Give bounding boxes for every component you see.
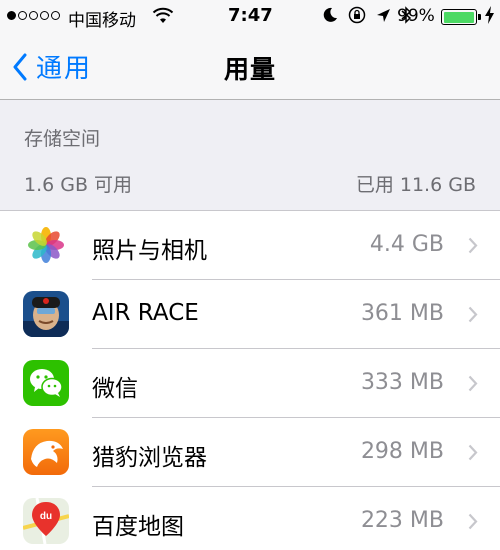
app-name: AIR RACE [92,300,199,326]
baidu-map-icon: du [23,498,69,544]
app-size: 223 MB [360,508,444,533]
battery-icon [441,9,477,25]
status-bar: 中国移动 7:47 99% [0,0,500,34]
chevron-right-icon [468,513,478,534]
chevron-right-icon [468,306,478,327]
battery-percent: 99% [397,6,435,26]
app-size: 4.4 GB [369,232,444,257]
chevron-right-icon [468,237,478,258]
photos-icon [23,222,69,268]
do-not-disturb-moon-icon [322,7,338,27]
svg-text:du: du [40,511,52,522]
list-item-photos[interactable]: 照片与相机 4.4 GB [0,211,500,280]
app-size: 361 MB [360,301,444,326]
navigation-bar: 通用 用量 [0,34,500,100]
rotation-lock-icon [348,6,366,28]
app-name: 百度地图 [92,514,184,540]
battery-tip [478,14,481,20]
clock: 7:47 [228,5,273,26]
app-name: 猎豹浏览器 [92,445,207,471]
charging-bolt-icon [485,6,494,28]
list-item-baidu-map[interactable]: du 百度地图 223 MB [0,487,500,550]
chevron-right-icon [468,444,478,465]
storage-available: 1.6 GB 可用 [24,174,133,196]
cheetah-browser-icon [23,429,69,475]
app-name: 微信 [92,376,138,402]
location-arrow-icon [376,8,391,27]
app-size: 298 MB [360,439,444,464]
storage-used: 已用 11.6 GB [355,174,476,196]
wifi-icon [152,7,174,30]
page-title: 用量 [223,55,276,84]
app-name: 照片与相机 [92,238,207,264]
carrier-name: 中国移动 [68,11,136,31]
storage-section-header: 存储空间 [24,128,101,150]
chevron-right-icon [468,375,478,396]
list-item-cheetah-browser[interactable]: 猎豹浏览器 298 MB [0,418,500,487]
wechat-icon [23,360,69,406]
list-item-wechat[interactable]: 微信 333 MB [0,349,500,418]
app-usage-list: 照片与相机 4.4 GB AIR RACE 361 MB 微信 333 MB 猎… [0,210,500,550]
list-item-air-race[interactable]: AIR RACE 361 MB [0,280,500,349]
app-size: 333 MB [360,370,444,395]
air-race-icon [23,291,69,337]
signal-strength-icon [7,11,60,20]
